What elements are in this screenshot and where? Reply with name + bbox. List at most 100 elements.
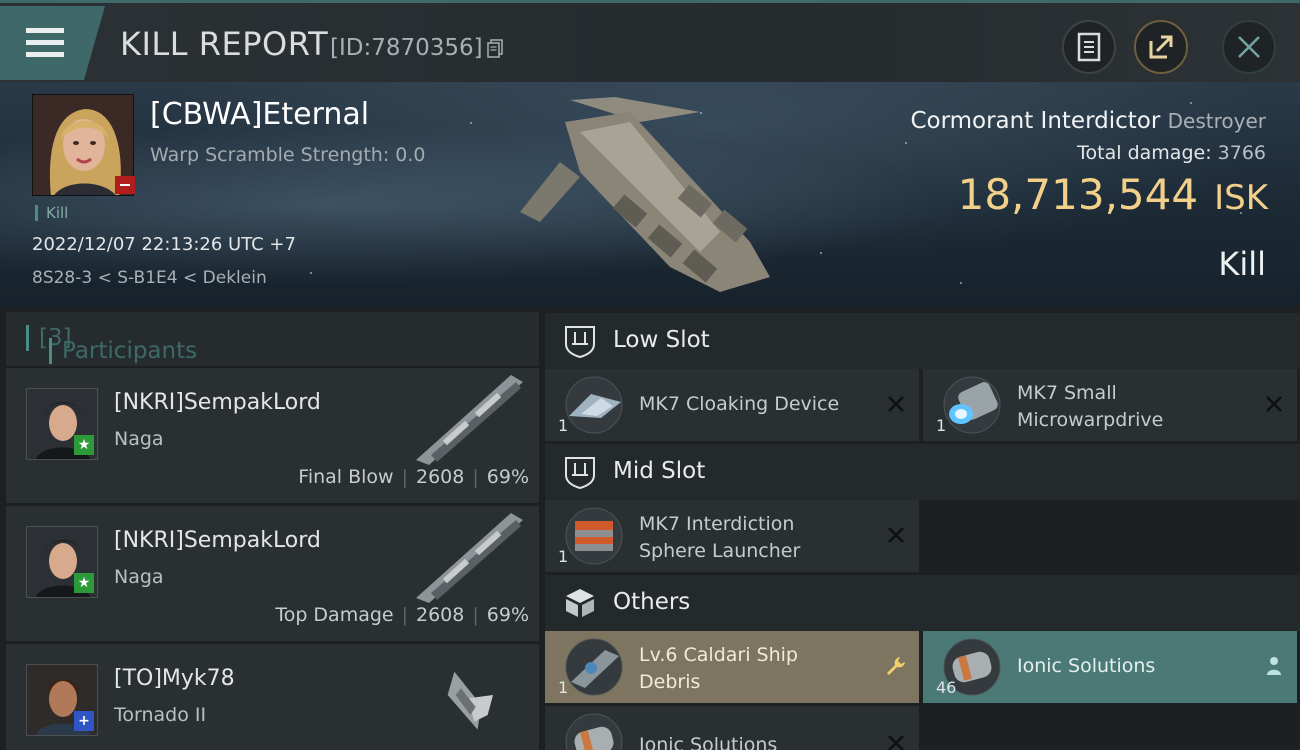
module-quantity: 1 bbox=[936, 416, 947, 435]
isk-value: 18,713,544 ISK bbox=[958, 170, 1268, 219]
share-icon bbox=[1149, 35, 1173, 59]
module-quantity: 1 bbox=[558, 416, 569, 435]
document-icon bbox=[1077, 32, 1101, 62]
participant-ship-image bbox=[447, 671, 493, 730]
top-bar: KILL REPORT [ID:7870356] bbox=[0, 0, 1300, 82]
report-button[interactable] bbox=[1062, 20, 1116, 74]
menu-icon-bar bbox=[26, 52, 64, 57]
participant-name: [NKRI]SempakLord bbox=[114, 390, 321, 415]
victim-ship-image bbox=[520, 97, 770, 292]
victim-ship-class: Destroyer bbox=[1167, 109, 1266, 133]
destroyed-icon bbox=[888, 396, 904, 412]
wrench-icon[interactable] bbox=[885, 655, 907, 677]
module-name: MK7 Small Microwarpdrive bbox=[1017, 380, 1247, 434]
kill-location[interactable]: 8S28-3 < S-B1E4 < Deklein bbox=[32, 268, 267, 288]
copy-icon[interactable] bbox=[487, 39, 503, 58]
menu-icon-bar bbox=[26, 40, 64, 45]
victim-ship[interactable]: Cormorant Interdictor Destroyer bbox=[910, 108, 1266, 134]
participant-ship-image bbox=[416, 513, 523, 603]
total-damage-label: Total damage: bbox=[1077, 142, 1212, 164]
close-icon bbox=[1238, 36, 1260, 58]
participant-ship: Naga bbox=[114, 428, 164, 450]
module-item[interactable]: 1 MK7 Interdiction Sphere Launcher bbox=[545, 500, 919, 572]
module-name-line2: Debris bbox=[639, 671, 701, 693]
module-name: MK7 Interdiction Sphere Launcher bbox=[639, 511, 869, 565]
total-damage: Total damage: 3766 bbox=[1077, 142, 1266, 164]
ship-debris-icon bbox=[565, 638, 623, 696]
page-title: KILL REPORT bbox=[120, 25, 329, 63]
participant-name: [NKRI]SempakLord bbox=[114, 528, 321, 553]
ionic-solutions-icon bbox=[565, 713, 623, 750]
total-damage-value: 3766 bbox=[1217, 142, 1266, 164]
module-item[interactable]: Ionic Solutions bbox=[545, 706, 919, 750]
star-badge-icon: ★ bbox=[74, 573, 94, 593]
warp-scramble-strength: Warp Scramble Strength: 0.0 bbox=[150, 144, 426, 166]
menu-icon bbox=[26, 28, 64, 33]
module-name-line1: Lv.6 Caldari Ship bbox=[639, 644, 798, 666]
module-name: Lv.6 Caldari Ship Debris bbox=[639, 642, 869, 696]
interdiction-launcher-icon bbox=[565, 507, 623, 565]
star-badge-icon: ★ bbox=[74, 435, 94, 455]
module-item[interactable]: 1 MK7 Small Microwarpdrive bbox=[923, 369, 1297, 441]
participant-damage: 2608 bbox=[416, 466, 465, 488]
participant-card[interactable]: + [TO]Myk78 Tornado II bbox=[6, 644, 539, 750]
participant-role: Top Damage bbox=[275, 604, 394, 626]
participant-ship: Tornado II bbox=[114, 704, 207, 726]
kill-datetime: 2022/12/07 22:13:26 UTC +7 bbox=[32, 234, 296, 255]
person-icon[interactable] bbox=[1263, 655, 1285, 677]
destroyed-icon bbox=[888, 735, 904, 750]
kill-result: Kill bbox=[1218, 245, 1266, 283]
participant-stats: Final Blow | 2608 | 69% bbox=[298, 466, 529, 488]
participant-name: [TO]Myk78 bbox=[114, 666, 235, 691]
participants-header: Participants [3] bbox=[6, 312, 539, 366]
participant-percent: 69% bbox=[486, 604, 529, 626]
report-id: [ID:7870356] bbox=[330, 35, 483, 61]
participant-damage: 2608 bbox=[416, 604, 465, 626]
victim-name[interactable]: [CBWA]Eternal bbox=[150, 97, 369, 132]
cloaking-device-icon bbox=[565, 376, 623, 434]
participant-ship-image bbox=[416, 375, 523, 465]
participant-card[interactable]: ★ [NKRI]SempakLord Naga Top Damage | 2608 |… bbox=[6, 506, 539, 641]
others-label: Others bbox=[613, 589, 691, 615]
victim-ship-name: Cormorant Interdictor bbox=[910, 108, 1161, 134]
participant-role: Final Blow bbox=[298, 466, 394, 488]
mid-slot-header: Mid Slot bbox=[545, 444, 1300, 500]
participant-card[interactable]: ★ [NKRI]SempakLord Naga Final Blow | 2608 |… bbox=[6, 368, 539, 503]
module-name-line2: Sphere Launcher bbox=[639, 540, 801, 562]
cargo-box-icon bbox=[566, 589, 594, 617]
mid-slot-label: Mid Slot bbox=[613, 458, 706, 484]
loss-badge bbox=[115, 176, 135, 194]
destroyed-icon bbox=[888, 527, 904, 543]
module-quantity: 46 bbox=[936, 678, 957, 697]
menu-button[interactable] bbox=[0, 6, 105, 80]
participant-stats: Top Damage | 2608 | 69% bbox=[275, 604, 529, 626]
low-slot-label: Low Slot bbox=[613, 327, 710, 353]
module-quantity: 1 bbox=[558, 678, 569, 697]
mid-slot-icon bbox=[565, 457, 595, 489]
share-button[interactable] bbox=[1134, 20, 1188, 74]
module-name-line2: Microwarpdrive bbox=[1017, 409, 1164, 431]
module-item[interactable]: 46 Ionic Solutions bbox=[923, 631, 1297, 703]
module-quantity: 1 bbox=[558, 547, 569, 566]
close-button[interactable] bbox=[1222, 20, 1276, 74]
module-name: Ionic Solutions bbox=[1017, 655, 1156, 677]
low-slot-header: Low Slot bbox=[545, 313, 1300, 369]
participant-ship: Naga bbox=[114, 566, 164, 588]
participant-percent: 69% bbox=[486, 466, 529, 488]
isk-unit: ISK bbox=[1214, 178, 1268, 218]
plus-badge-icon: + bbox=[74, 711, 94, 731]
others-header: Others bbox=[545, 575, 1300, 631]
low-slot-icon bbox=[565, 326, 595, 358]
module-item[interactable]: 1 Lv.6 Caldari Ship Debris bbox=[545, 631, 919, 703]
isk-amount: 18,713,544 bbox=[957, 170, 1199, 219]
module-name-line1: MK7 Interdiction bbox=[639, 513, 795, 535]
participants-title: Participants bbox=[49, 338, 197, 364]
destroyed-icon bbox=[1266, 396, 1282, 412]
module-name: MK7 Cloaking Device bbox=[639, 393, 840, 415]
module-name: Ionic Solutions bbox=[639, 734, 778, 750]
module-name-line1: MK7 Small bbox=[1017, 382, 1117, 404]
microwarpdrive-icon bbox=[943, 376, 1001, 434]
module-item[interactable]: 1 MK7 Cloaking Device bbox=[545, 369, 919, 441]
kill-tag: Kill bbox=[35, 205, 68, 221]
participants-panel: Participants [3] ★ [NKRI]SempakLord Naga… bbox=[6, 312, 539, 750]
